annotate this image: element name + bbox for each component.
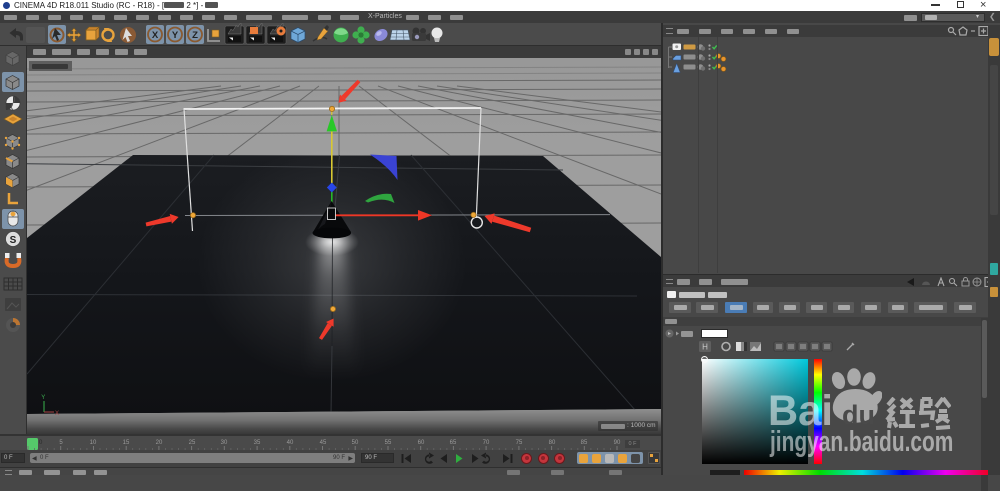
svg-text:Z: Z <box>192 30 198 41</box>
svg-text:X: X <box>152 30 159 41</box>
svg-text:S: S <box>10 235 17 246</box>
svg-text:Y: Y <box>172 30 179 41</box>
svg-text:Y: Y <box>41 395 45 401</box>
svg-text:H: H <box>702 343 708 352</box>
svg-text:du: du <box>842 400 875 430</box>
svg-text:X: X <box>55 411 59 417</box>
